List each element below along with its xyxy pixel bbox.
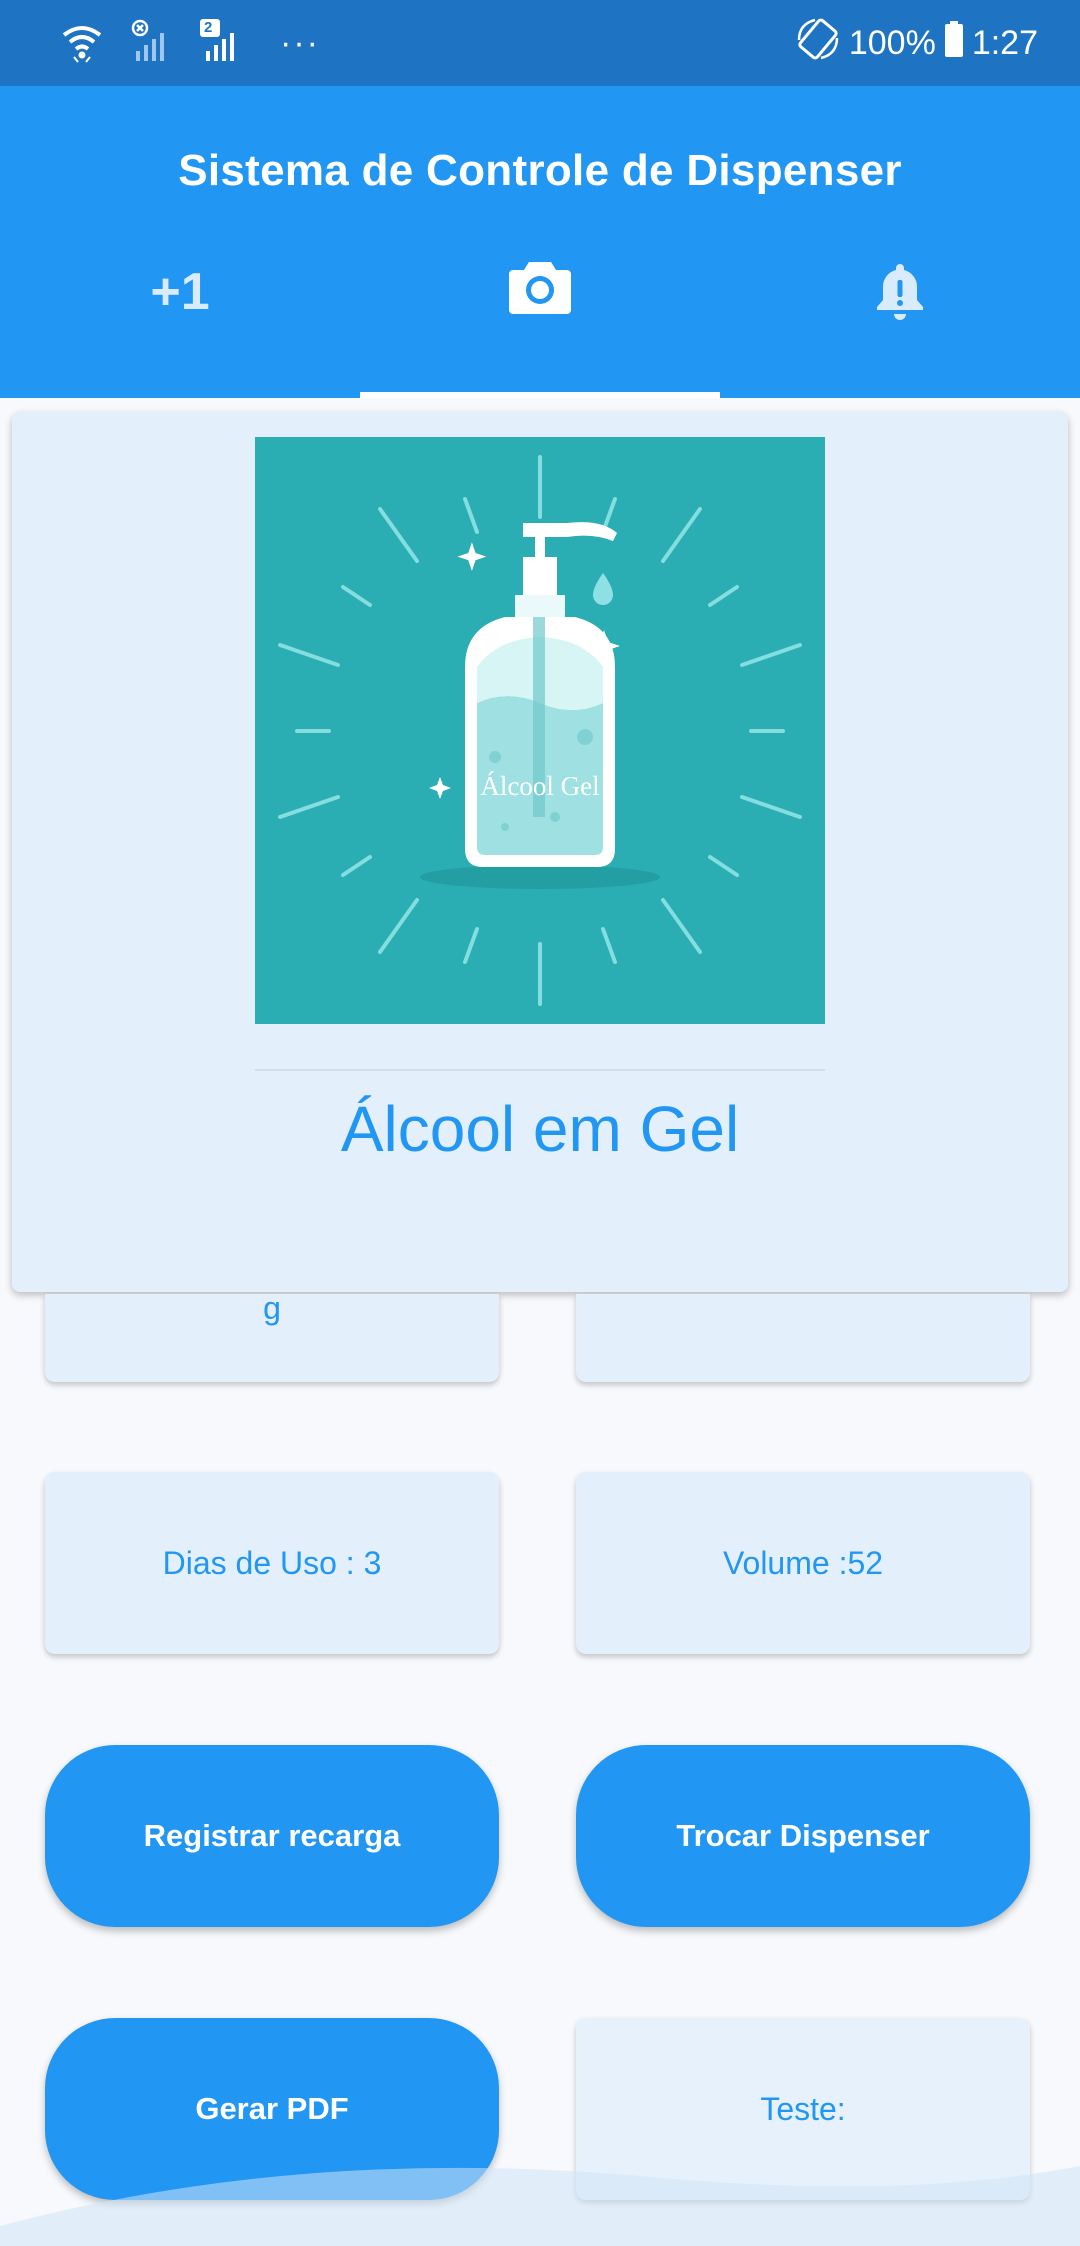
signal-sim2-icon: 2 — [200, 18, 244, 68]
product-image: Álcool Gel — [255, 437, 825, 1024]
tab-plus-one-label: +1 — [150, 263, 210, 321]
bottom-wave — [0, 2166, 1080, 2246]
more-notifications-icon: ··· — [280, 23, 320, 62]
card-divider — [255, 1069, 825, 1071]
status-bar: 2 ··· 100% 1:27 — [0, 0, 1080, 86]
info-tile-partial-left-text: g — [263, 1290, 281, 1326]
volume-text: Volume :52 — [722, 1544, 884, 1581]
sim2-badge: 2 — [204, 18, 213, 36]
screen-rotate-icon — [795, 16, 841, 71]
clock: 1:27 — [971, 23, 1038, 62]
trocar-dispenser-button[interactable]: Trocar Dispenser — [576, 1745, 1030, 1927]
status-bar-right: 100% 1:27 — [795, 18, 1038, 68]
status-bar-left: 2 ··· — [60, 18, 320, 68]
battery-icon — [944, 20, 964, 66]
teste-text: Teste: — [760, 2090, 846, 2127]
registrar-recarga-button[interactable]: Registrar recarga — [45, 1745, 499, 1927]
tab-plus-one[interactable]: +1 — [0, 256, 360, 398]
volume-tile: Volume :52 — [576, 1472, 1030, 1654]
tab-alerts[interactable] — [720, 256, 1080, 398]
product-name: Álcool em Gel — [340, 1093, 740, 1165]
wifi-icon — [60, 19, 104, 68]
info-tile-partial-right — [576, 1294, 1030, 1382]
product-card: Álcool Gel Álcool em Gel — [12, 412, 1068, 1292]
no-signal-sim1-icon — [130, 19, 174, 68]
dias-de-uso-text: Dias de Uso : 3 — [162, 1544, 382, 1581]
dias-de-uso-tile: Dias de Uso : 3 — [45, 1472, 499, 1654]
tab-camera[interactable] — [360, 256, 720, 398]
info-tile-partial-left: g — [45, 1290, 499, 1382]
product-image-label: Álcool Gel — [480, 771, 600, 801]
app-title: Sistema de Controle de Dispenser — [178, 146, 902, 195]
camera-icon — [509, 258, 571, 319]
battery-percent: 100% — [848, 23, 936, 62]
tab-indicator — [360, 392, 720, 398]
app-bar: Sistema de Controle de Dispenser +1 — [0, 86, 1080, 398]
alert-bell-icon — [873, 260, 927, 327]
